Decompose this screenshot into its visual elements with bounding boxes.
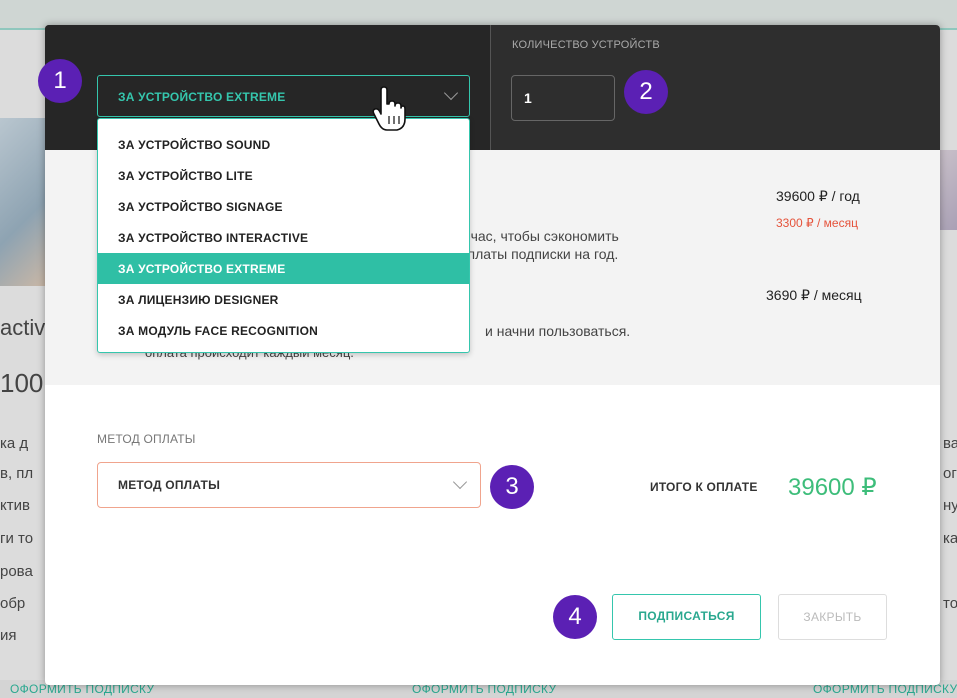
- quantity-label: КОЛИЧЕСТВО УСТРОЙСТВ: [512, 39, 660, 51]
- plan-option[interactable]: ЗА МОДУЛЬ FACE RECOGNITION: [98, 315, 469, 346]
- plan-option[interactable]: ЗА ЛИЦЕНЗИЮ DESIGNER: [98, 284, 469, 315]
- background-text: в, пл: [0, 465, 34, 482]
- background-text: ка д: [0, 435, 29, 452]
- plan-option[interactable]: ЗА УСТРОЙСТВО INTERACTIVE: [98, 222, 469, 253]
- step-badge-4: 4: [553, 595, 597, 639]
- background-text: ка: [943, 530, 957, 547]
- payment-method-select[interactable]: МЕТОД ОПЛАТЫ: [97, 462, 481, 508]
- background-text: то: [943, 595, 957, 612]
- plan-select-value: ЗА УСТРОЙСТВО EXTREME: [118, 90, 286, 104]
- subscribe-button[interactable]: ПОДПИСАТЬСЯ: [612, 594, 761, 640]
- quantity-input[interactable]: 1: [511, 75, 615, 121]
- annual-price: 39600 ₽ / год: [776, 188, 860, 204]
- step-badge-2: 2: [624, 70, 668, 114]
- total-label: ИТОГО К ОПЛАТЕ: [650, 480, 758, 494]
- step-badge-3: 3: [490, 465, 534, 509]
- plan-option[interactable]: ЗА УСТРОЙСТВО SOUND: [98, 129, 469, 160]
- chevron-down-icon: [443, 85, 459, 101]
- background-text: ог: [943, 465, 957, 482]
- monthly-description: и начни пользоваться.: [485, 323, 631, 339]
- hand-cursor-icon: [372, 86, 406, 131]
- plan-option[interactable]: ЗА УСТРОЙСТВО LITE: [98, 160, 469, 191]
- background-text: activ: [0, 315, 46, 340]
- background-text: ия: [0, 627, 17, 644]
- chevron-down-icon: [452, 474, 468, 490]
- background-text: ва: [943, 435, 957, 452]
- background-text: ктив: [0, 497, 30, 514]
- annual-description: и оплаты подписки на год.: [448, 246, 619, 262]
- plan-select[interactable]: ЗА УСТРОЙСТВО EXTREME: [97, 75, 470, 117]
- payment-method-value: МЕТОД ОПЛАТЫ: [118, 478, 221, 492]
- payment-method-label: МЕТОД ОПЛАТЫ: [97, 432, 196, 446]
- total-value: 39600 ₽: [788, 474, 877, 501]
- monthly-price: 3690 ₽ / месяц: [766, 287, 862, 303]
- background-text: обр: [0, 595, 26, 612]
- background-photo-left: [0, 118, 45, 286]
- step-badge-1: 1: [38, 59, 82, 103]
- plan-option-selected[interactable]: ЗА УСТРОЙСТВО EXTREME: [98, 253, 469, 284]
- background-text: рова: [0, 563, 33, 580]
- background-text: 100: [0, 368, 44, 398]
- plan-option[interactable]: ЗА УСТРОЙСТВО SIGNAGE: [98, 191, 469, 222]
- background-text: нут: [943, 497, 957, 514]
- background-text: ги то: [0, 530, 34, 547]
- annual-description: сейчас, чтобы сэкономить: [448, 228, 619, 244]
- close-button[interactable]: ЗАКРЫТЬ: [778, 594, 887, 640]
- plan-dropdown: ЗА УСТРОЙСТВО SOUND ЗА УСТРОЙСТВО LITE З…: [97, 118, 470, 353]
- divider: [490, 25, 491, 150]
- background-photo-right: [940, 150, 957, 230]
- annual-monthly-price: 3300 ₽ / месяц: [776, 216, 858, 230]
